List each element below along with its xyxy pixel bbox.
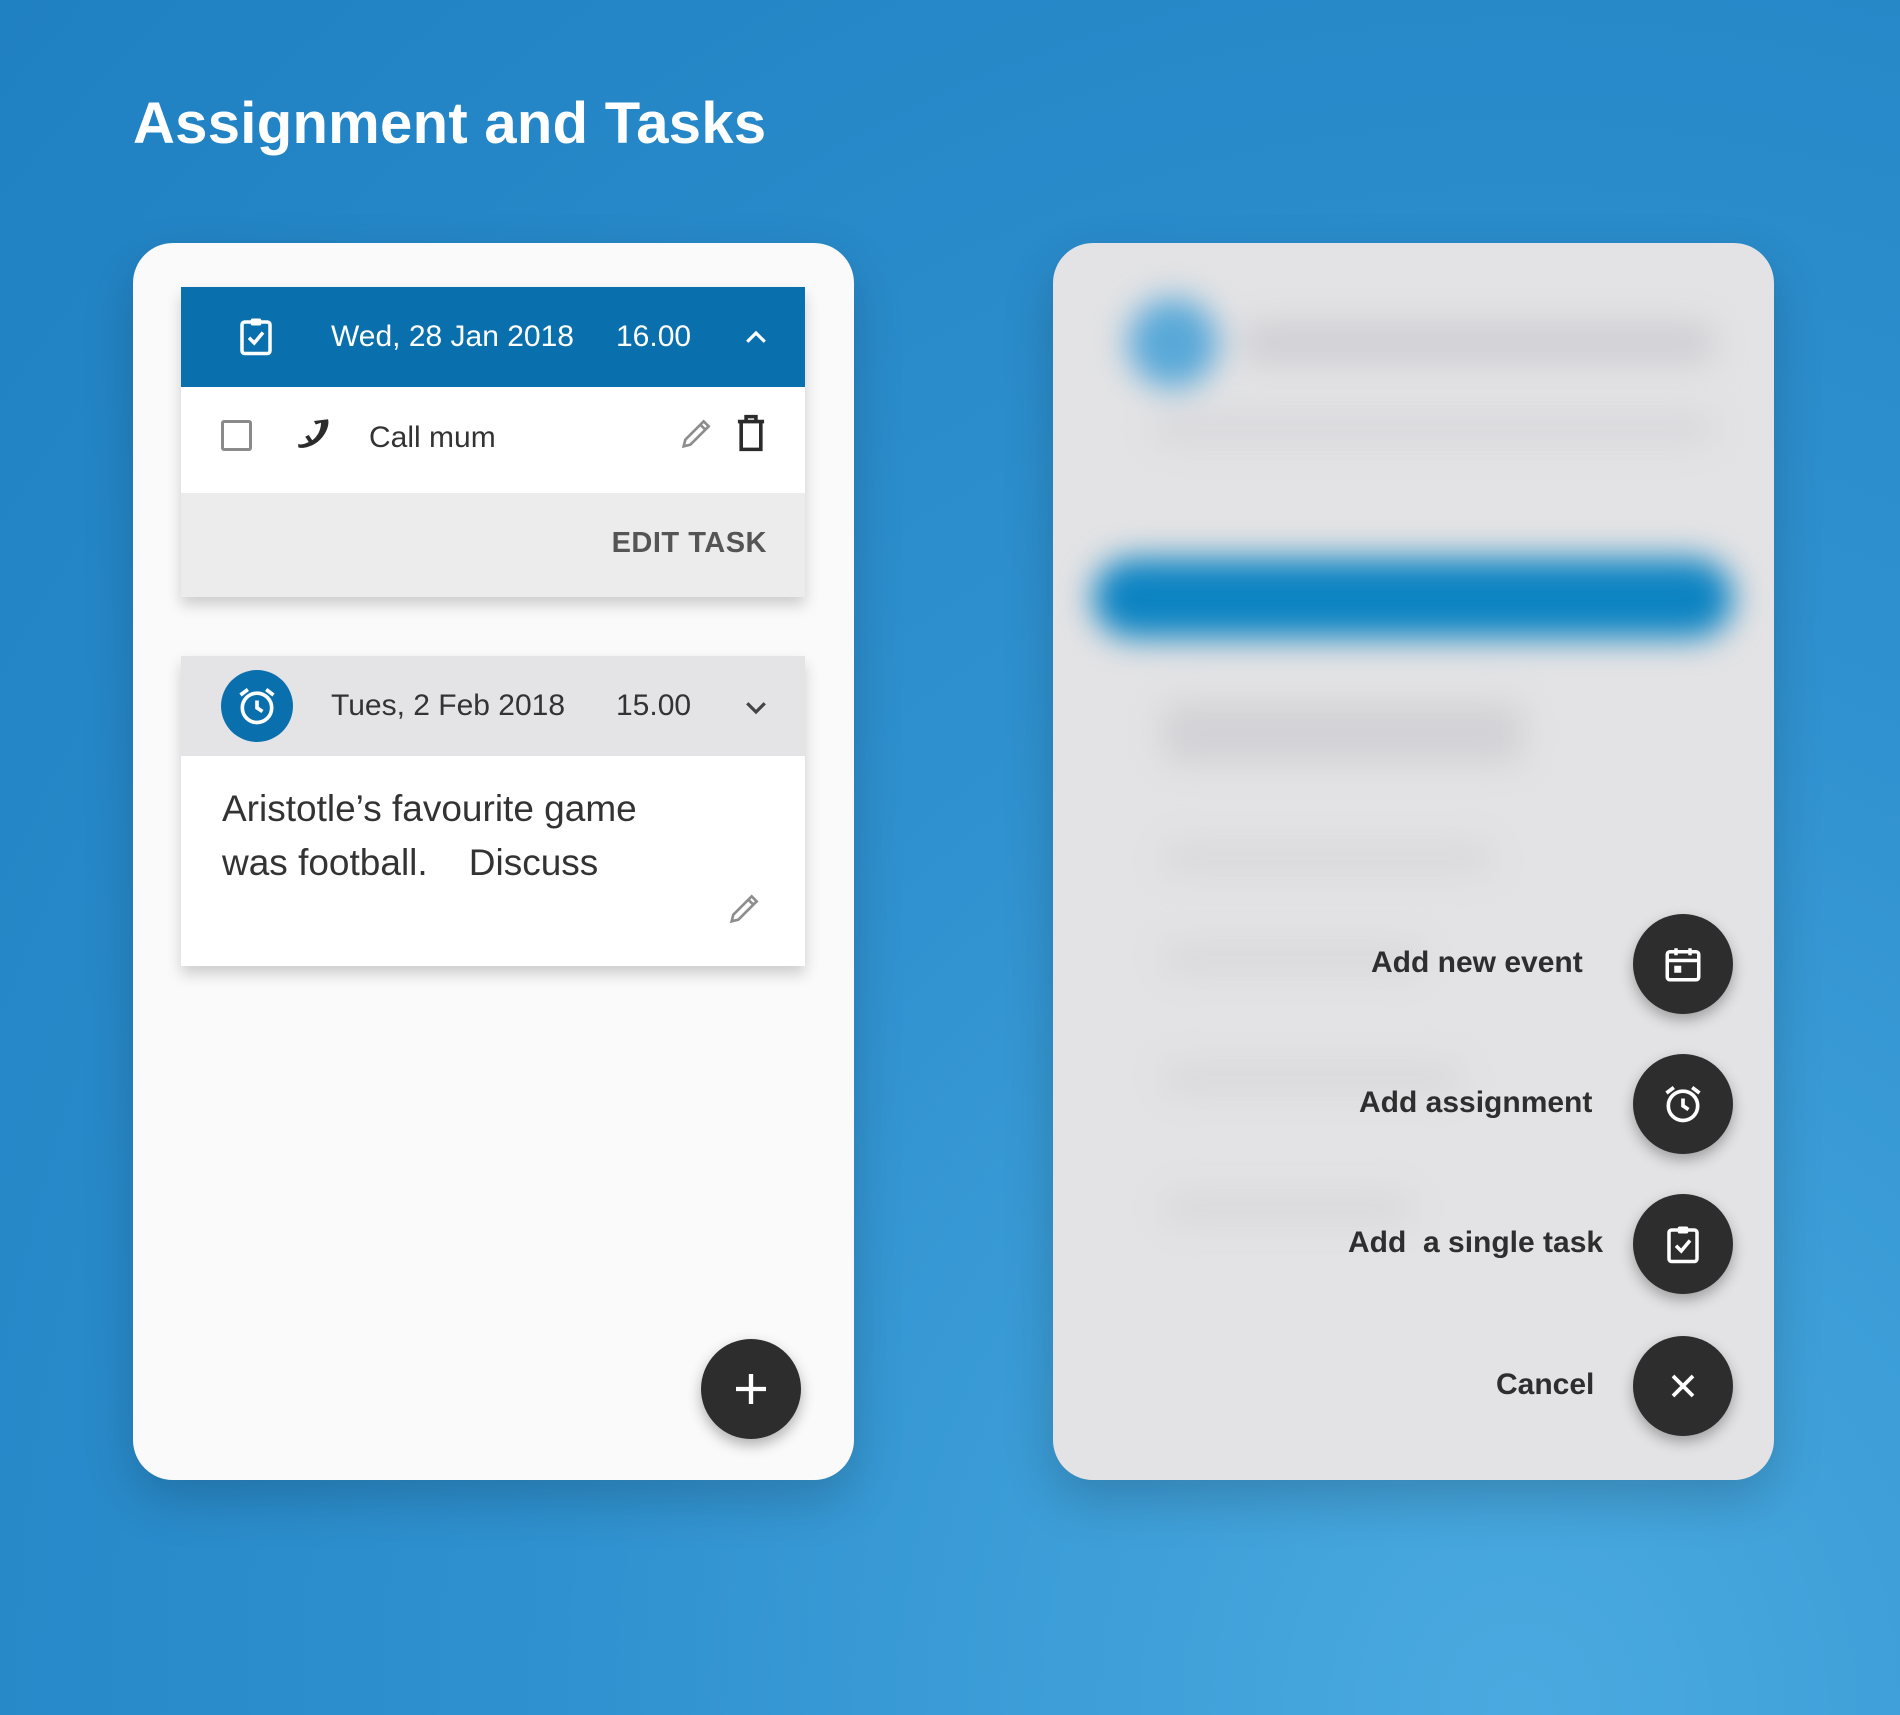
close-icon: [1671, 1374, 1695, 1398]
blurred-line: [1163, 843, 1493, 873]
speed-dial-screen: Add new event Add assignment Add a singl…: [1053, 243, 1774, 1480]
speed-dial-label: Add a single task: [1348, 1226, 1604, 1259]
assignment-text: Aristotle’s favourite game was football.…: [222, 782, 742, 890]
task-label: Call mum: [369, 421, 496, 454]
alarm-clock-icon: [1665, 1086, 1701, 1123]
assignment-date: Tues, 2 Feb 2018: [331, 689, 566, 722]
blurred-line: [1243, 323, 1713, 363]
trash-icon[interactable]: [733, 413, 769, 453]
task-card: Wed, 28 Jan 2018 16.00 Call mum EDIT TAS…: [181, 287, 805, 597]
assignment-text-line: was football. Discuss: [222, 842, 599, 883]
speed-dial-label: Add assignment: [1359, 1086, 1593, 1119]
speed-dial-label: Add new event: [1371, 946, 1583, 979]
speed-dial-item[interactable]: Add new event: [1053, 914, 1774, 1014]
task-card-footer: EDIT TASK: [181, 493, 805, 597]
chevron-down-icon[interactable]: [741, 692, 771, 722]
phone-icon: [298, 419, 329, 448]
assignment-time: 15.00: [616, 689, 692, 722]
assignment-card: Tues, 2 Feb 2018 15.00 Aristotle’s favou…: [181, 656, 805, 966]
add-fab-button[interactable]: [701, 1339, 801, 1439]
task-list-screen: Wed, 28 Jan 2018 16.00 Call mum EDIT TAS…: [133, 243, 854, 1480]
clipboard-check-icon: [240, 318, 272, 356]
cancel-button[interactable]: [1633, 1336, 1733, 1436]
speed-dial-item[interactable]: Add a single task: [1053, 1194, 1774, 1294]
page-title: Assignment and Tasks: [133, 91, 767, 156]
task-card-header[interactable]: Wed, 28 Jan 2018 16.00: [181, 287, 805, 387]
task-checkbox[interactable]: [221, 420, 252, 451]
blurred-line: [1163, 703, 1523, 763]
speed-dial-item[interactable]: Add assignment: [1053, 1054, 1774, 1154]
blurred-background: [1053, 243, 1774, 1480]
edit-pencil-icon[interactable]: [725, 888, 765, 928]
task-row: Call mum: [181, 387, 805, 493]
edit-pencil-icon[interactable]: [677, 413, 717, 453]
clipboard-check-icon: [1667, 1226, 1699, 1264]
task-date: Wed, 28 Jan 2018: [331, 320, 574, 353]
assignment-card-header[interactable]: Tues, 2 Feb 2018 15.00: [181, 656, 805, 756]
assignment-text-line: Aristotle’s favourite game: [222, 788, 637, 829]
edit-task-button[interactable]: EDIT TASK: [612, 527, 767, 560]
plus-icon: [736, 1374, 766, 1404]
blurred-avatar: [1128, 298, 1218, 388]
assignment-icon-badge: [221, 670, 293, 742]
task-time: 16.00: [616, 320, 692, 353]
alarm-clock-icon: [239, 688, 275, 725]
chevron-up-icon[interactable]: [741, 323, 771, 353]
speed-dial-label: Cancel: [1496, 1368, 1595, 1401]
add-assignment-button[interactable]: [1633, 1054, 1733, 1154]
assignment-body: Aristotle’s favourite game was football.…: [181, 756, 805, 966]
add-event-button[interactable]: [1633, 914, 1733, 1014]
blurred-line: [1153, 413, 1713, 443]
calendar-icon: [1665, 948, 1701, 982]
add-task-button[interactable]: [1633, 1194, 1733, 1294]
speed-dial-item[interactable]: Cancel: [1053, 1336, 1774, 1436]
blurred-bar: [1093, 558, 1733, 638]
